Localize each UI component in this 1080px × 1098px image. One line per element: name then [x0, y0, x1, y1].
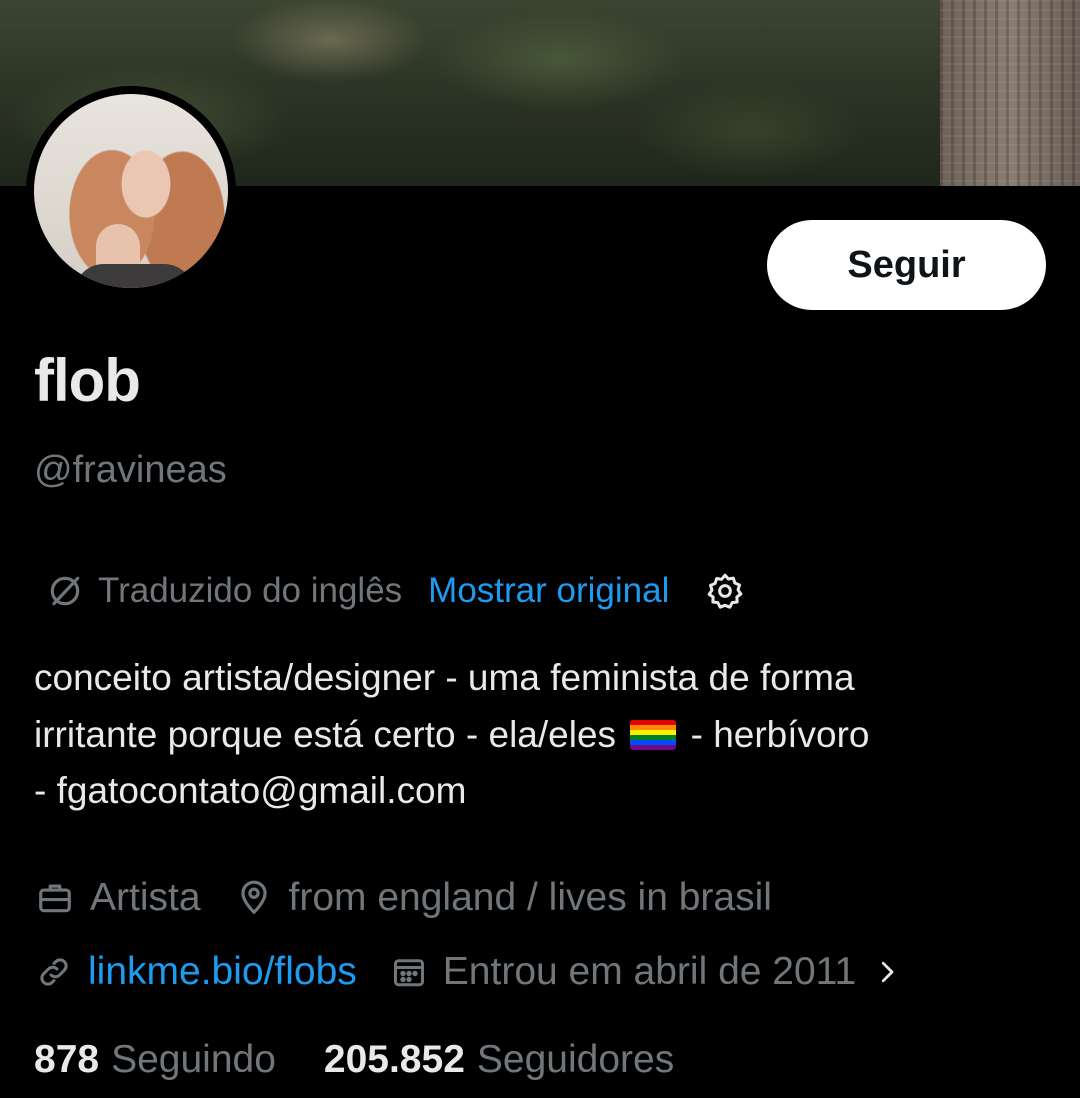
follow-button[interactable]: Seguir	[767, 220, 1046, 310]
followers-label: Seguidores	[476, 1038, 675, 1081]
avatar-photo	[34, 94, 228, 288]
pride-flag-emoji	[630, 719, 677, 750]
bio-line-2-suffix: - herbívoro	[690, 713, 870, 755]
following-count: 878	[34, 1038, 100, 1081]
profile-meta-row-1: Artista from england / lives in brasil	[36, 876, 806, 920]
calendar-icon	[391, 954, 427, 990]
profession: Artista	[36, 876, 201, 920]
translation-notice: Traduzido do inglês Mostrar original	[46, 566, 745, 616]
location-pin-icon	[235, 879, 273, 917]
gear-icon[interactable]	[705, 571, 745, 611]
translate-icon	[46, 572, 84, 610]
display-name: flob	[34, 347, 141, 414]
website-link[interactable]: linkme.bio/flobs	[88, 950, 357, 994]
bio-line-1: conceito artista/designer - uma feminist…	[34, 657, 855, 698]
follow-stats: 878 Seguindo 205.852 Seguidores	[34, 1038, 674, 1082]
profile-bio: conceito artista/designer - uma feminist…	[34, 650, 1044, 820]
bio-line-3: - fgatocontato@gmail.com	[34, 770, 467, 811]
followers-stat[interactable]: 205.852 Seguidores	[324, 1038, 674, 1082]
location-label: from england / lives in brasil	[288, 876, 772, 919]
following-stat[interactable]: 878 Seguindo	[34, 1038, 276, 1082]
followers-count: 205.852	[323, 1038, 465, 1081]
profession-label: Artista	[90, 876, 201, 919]
user-handle: @fravineas	[34, 449, 227, 491]
profile-meta-row-2: linkme.bio/flobs Entrou em abril de 2011	[36, 950, 936, 994]
banner-tree-trunk	[940, 0, 1080, 186]
avatar-shirt	[74, 264, 194, 288]
show-original-link[interactable]: Mostrar original	[428, 571, 669, 611]
website[interactable]: linkme.bio/flobs	[36, 950, 357, 994]
link-icon	[36, 954, 72, 990]
briefcase-icon	[36, 879, 74, 917]
bio-line-2: irritante porque está certo - ela/eles -…	[34, 707, 1044, 764]
bio-line-2-text: irritante porque está certo - ela/eles	[34, 713, 617, 755]
join-date-label: Entrou em abril de 2011	[442, 950, 857, 993]
location: from england / lives in brasil	[235, 876, 772, 920]
profile-avatar[interactable]	[26, 86, 236, 296]
translated-label: Traduzido do inglês	[98, 571, 403, 610]
chevron-right-icon	[872, 957, 902, 987]
join-date[interactable]: Entrou em abril de 2011	[391, 950, 902, 994]
following-label: Seguindo	[111, 1038, 276, 1081]
